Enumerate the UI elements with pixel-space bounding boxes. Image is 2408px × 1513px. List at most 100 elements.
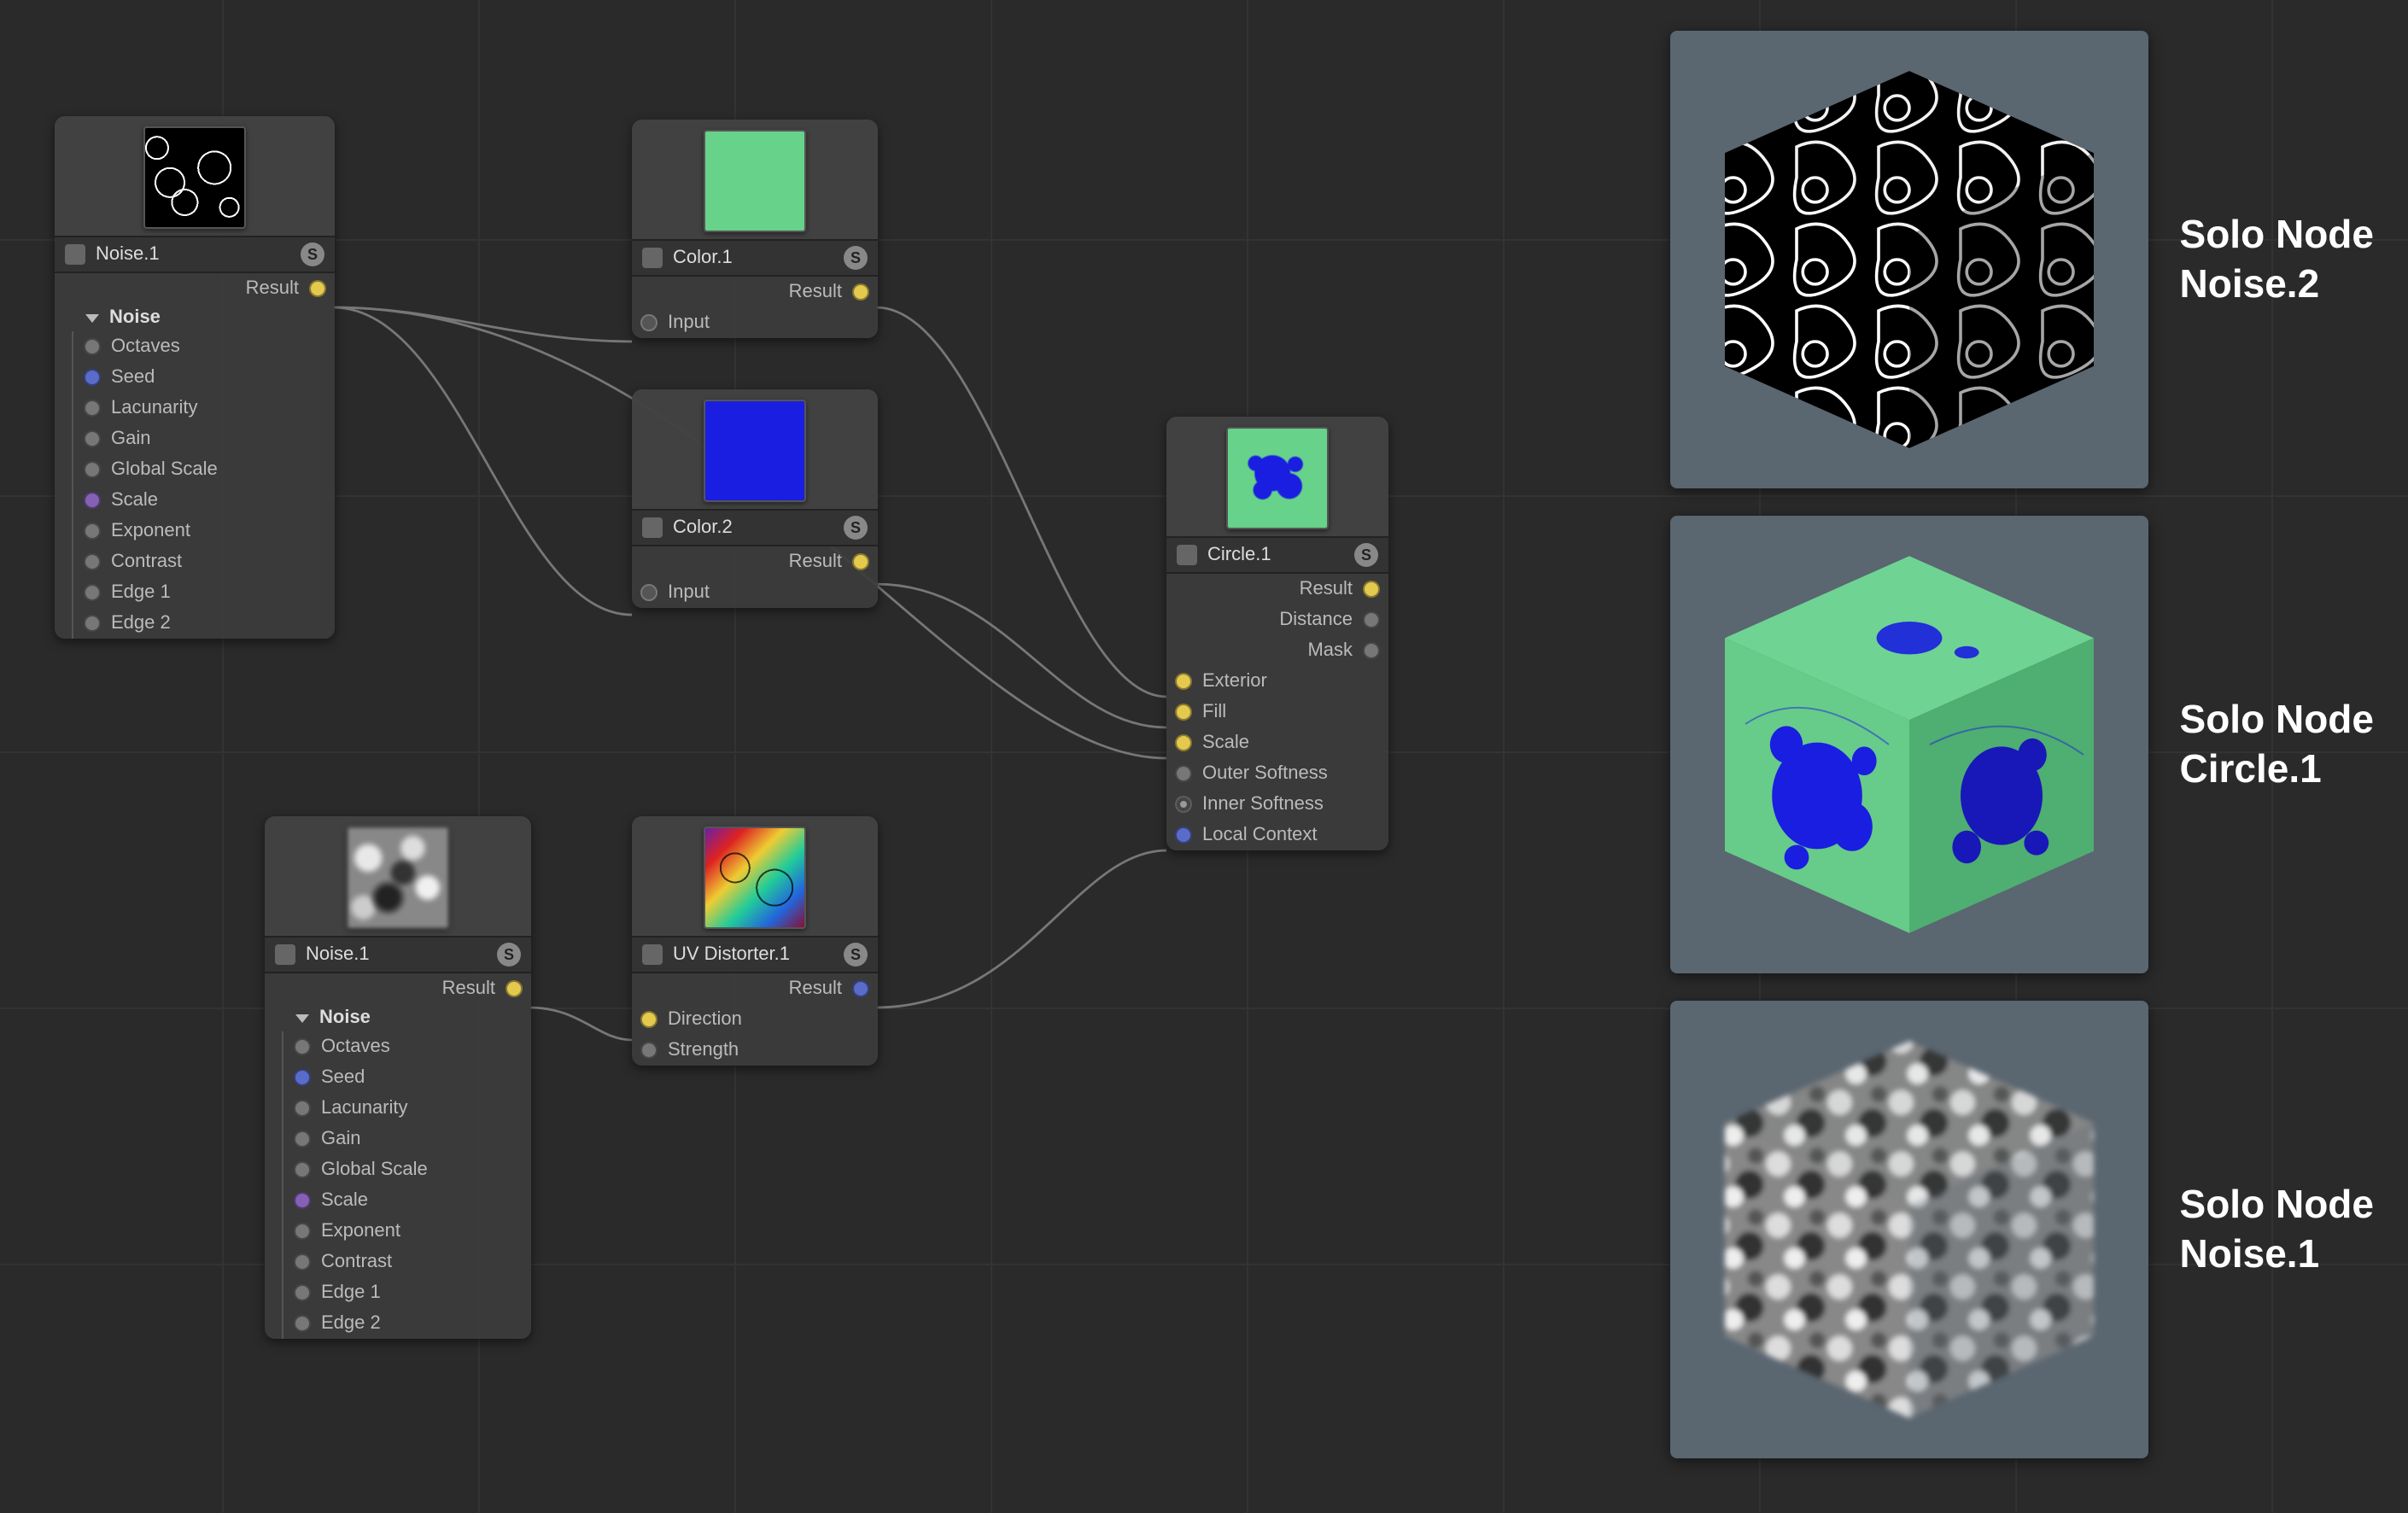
- node-circle-1[interactable]: Circle.1 S ResultDistanceMask ExteriorFi…: [1166, 417, 1388, 850]
- input-row[interactable]: Outer Softness: [1166, 758, 1388, 789]
- input-port[interactable]: [84, 553, 101, 570]
- node-color-2[interactable]: Color.2 S Result Input: [632, 389, 878, 608]
- node-graph-canvas[interactable]: Noise.1 S Result Noise OctavesSeedLacuna…: [0, 0, 2408, 1513]
- input-port[interactable]: [84, 584, 101, 601]
- node-type-icon: [65, 244, 85, 265]
- node-noise-1[interactable]: Noise.1 S Result Noise OctavesSeedLacuna…: [55, 116, 335, 639]
- input-port[interactable]: [1175, 673, 1192, 690]
- output-row-result[interactable]: Result: [632, 546, 878, 577]
- param-row[interactable]: Scale: [55, 485, 335, 516]
- param-row[interactable]: Gain: [265, 1124, 531, 1154]
- output-row-result[interactable]: Result: [632, 973, 878, 1004]
- input-port[interactable]: [294, 1284, 311, 1301]
- input-port[interactable]: [294, 1100, 311, 1117]
- solo-badge[interactable]: S: [844, 943, 868, 967]
- param-row[interactable]: Exponent: [265, 1216, 531, 1247]
- param-row[interactable]: Octaves: [265, 1031, 531, 1062]
- param-row[interactable]: Global Scale: [265, 1154, 531, 1185]
- output-port[interactable]: [1363, 581, 1380, 598]
- param-row[interactable]: Contrast: [265, 1247, 531, 1277]
- node-titlebar[interactable]: Circle.1 S: [1166, 536, 1388, 574]
- param-row[interactable]: Edge 2: [55, 608, 335, 639]
- input-row-input[interactable]: Input: [632, 577, 878, 608]
- input-port[interactable]: [84, 461, 101, 478]
- node-titlebar[interactable]: UV Distorter.1 S: [632, 936, 878, 973]
- input-port[interactable]: [84, 523, 101, 540]
- param-row[interactable]: Seed: [265, 1062, 531, 1093]
- preview-label: Solo Node Circle.1: [2180, 696, 2374, 794]
- output-row-result[interactable]: Result: [632, 277, 878, 307]
- output-port[interactable]: [309, 280, 326, 297]
- param-row[interactable]: Contrast: [55, 546, 335, 577]
- input-row-input[interactable]: Input: [632, 307, 878, 338]
- param-group-toggle[interactable]: Noise: [55, 304, 335, 331]
- input-row-direction[interactable]: Direction: [632, 1004, 878, 1035]
- param-row[interactable]: Edge 2: [265, 1308, 531, 1339]
- param-row[interactable]: Octaves: [55, 331, 335, 362]
- node-titlebar[interactable]: Color.1 S: [632, 239, 878, 277]
- output-port[interactable]: [506, 980, 523, 997]
- param-row[interactable]: Lacunarity: [265, 1093, 531, 1124]
- input-port[interactable]: [1175, 827, 1192, 844]
- output-row[interactable]: Mask: [1166, 635, 1388, 666]
- input-port[interactable]: [84, 338, 101, 355]
- input-port[interactable]: [294, 1315, 311, 1332]
- output-port[interactable]: [852, 553, 869, 570]
- input-port[interactable]: [294, 1253, 311, 1271]
- param-row[interactable]: Scale: [265, 1185, 531, 1216]
- node-noise-1-b[interactable]: Noise.1 S Result Noise OctavesSeedLacuna…: [265, 816, 531, 1339]
- input-port[interactable]: [84, 400, 101, 417]
- input-row[interactable]: Local Context: [1166, 820, 1388, 850]
- input-port[interactable]: [640, 1011, 658, 1028]
- param-row[interactable]: Edge 1: [55, 577, 335, 608]
- param-row[interactable]: Lacunarity: [55, 393, 335, 424]
- node-color-1[interactable]: Color.1 S Result Input: [632, 120, 878, 338]
- param-row[interactable]: Edge 1: [265, 1277, 531, 1308]
- output-port[interactable]: [852, 283, 869, 301]
- input-port[interactable]: [294, 1038, 311, 1055]
- input-port[interactable]: [640, 584, 658, 601]
- node-titlebar[interactable]: Noise.1 S: [55, 236, 335, 273]
- input-port[interactable]: [294, 1130, 311, 1148]
- input-row[interactable]: Fill: [1166, 697, 1388, 727]
- input-port[interactable]: [294, 1069, 311, 1086]
- input-row[interactable]: Scale: [1166, 727, 1388, 758]
- input-port[interactable]: [1175, 796, 1192, 813]
- output-row-result[interactable]: Result: [55, 273, 335, 304]
- input-port[interactable]: [294, 1192, 311, 1209]
- param-row[interactable]: Exponent: [55, 516, 335, 546]
- input-port[interactable]: [1175, 704, 1192, 721]
- input-port[interactable]: [1175, 734, 1192, 751]
- output-port[interactable]: [1363, 611, 1380, 628]
- input-port[interactable]: [84, 615, 101, 632]
- input-port[interactable]: [84, 430, 101, 447]
- param-row[interactable]: Seed: [55, 362, 335, 393]
- output-row[interactable]: Result: [1166, 574, 1388, 605]
- output-row[interactable]: Distance: [1166, 605, 1388, 635]
- node-uv-distorter-1[interactable]: UV Distorter.1 S Result Direction Streng…: [632, 816, 878, 1066]
- input-port[interactable]: [1175, 765, 1192, 782]
- output-port[interactable]: [852, 980, 869, 997]
- param-group-toggle[interactable]: Noise: [265, 1004, 531, 1031]
- input-port[interactable]: [84, 492, 101, 509]
- input-row-strength[interactable]: Strength: [632, 1035, 878, 1066]
- solo-badge[interactable]: S: [497, 943, 521, 967]
- input-port[interactable]: [640, 314, 658, 331]
- input-port[interactable]: [294, 1223, 311, 1240]
- param-row[interactable]: Global Scale: [55, 454, 335, 485]
- input-row[interactable]: Inner Softness: [1166, 789, 1388, 820]
- node-titlebar[interactable]: Noise.1 S: [265, 936, 531, 973]
- solo-badge[interactable]: S: [1354, 543, 1378, 567]
- input-port[interactable]: [294, 1161, 311, 1178]
- solo-badge[interactable]: S: [844, 246, 868, 270]
- input-port[interactable]: [640, 1042, 658, 1059]
- solo-badge[interactable]: S: [301, 242, 324, 266]
- preview-row: Solo Node Circle.1: [1671, 516, 2374, 973]
- param-row[interactable]: Gain: [55, 424, 335, 454]
- solo-badge[interactable]: S: [844, 516, 868, 540]
- output-port[interactable]: [1363, 642, 1380, 659]
- node-titlebar[interactable]: Color.2 S: [632, 509, 878, 546]
- input-port[interactable]: [84, 369, 101, 386]
- input-row[interactable]: Exterior: [1166, 666, 1388, 697]
- output-row-result[interactable]: Result: [265, 973, 531, 1004]
